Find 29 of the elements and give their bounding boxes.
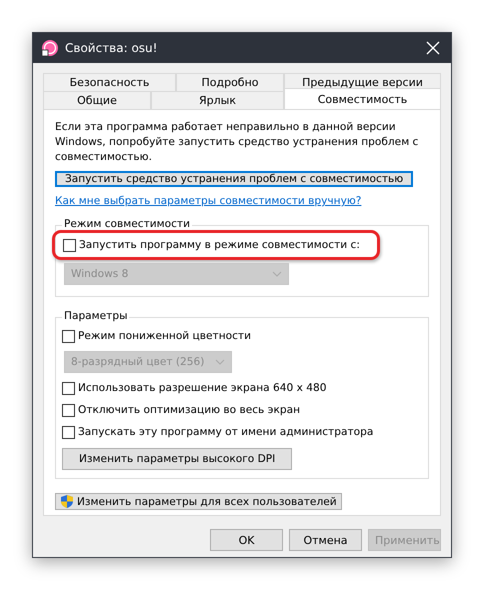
tab[interactable]: Совместимость	[284, 88, 441, 109]
checkbox[interactable]	[62, 404, 75, 416]
caret-icon	[272, 271, 282, 277]
group-title: Режим совместимости	[62, 218, 192, 230]
dialog-button[interactable]: OK	[210, 529, 283, 551]
tab[interactable]: Безопасность	[43, 73, 176, 91]
checkbox-label: Отключить оптимизацию во весь экран	[78, 404, 300, 416]
checkbox-label: Запустить программу в режиме совместимости с:	[79, 239, 360, 251]
app-icon	[41, 39, 59, 57]
troubleshoot-button[interactable]: Запустить средство устранения проблем с совместимостью	[55, 171, 414, 187]
group-title: Параметры	[62, 310, 130, 322]
checkbox-label: Режим пониженной цветности	[78, 330, 251, 342]
dialog-button[interactable]: Отмена	[289, 529, 362, 551]
checkbox[interactable]	[62, 426, 75, 438]
help-link[interactable]: Как мне выбрать параметры совместимости вручную?	[55, 195, 429, 207]
checkbox[interactable]	[62, 382, 75, 394]
tab[interactable]: Подробно	[176, 73, 284, 91]
checkbox[interactable]	[62, 330, 75, 342]
tab[interactable]: Ярлык	[151, 91, 284, 109]
shield-icon	[60, 494, 74, 509]
checkbox-label: Запускать эту программу от имени администратора	[78, 426, 374, 438]
checkbox[interactable]	[63, 238, 76, 252]
tab[interactable]: Общие	[43, 91, 151, 109]
window-title: Свойства: osu!	[65, 41, 158, 55]
dpi-button[interactable]: Изменить параметры высокого DPI	[62, 448, 292, 470]
checkbox-label: Использовать разрешение экрана 640 x 480	[78, 382, 326, 394]
all-users-button[interactable]: Изменить параметры для всех пользователей	[55, 493, 342, 510]
intro-text: Если эта программа работает неправильно в данной версии Windows, попробуйте запустить средство устранения проблем с совместимостью.	[55, 120, 420, 165]
caret-icon	[215, 359, 225, 365]
